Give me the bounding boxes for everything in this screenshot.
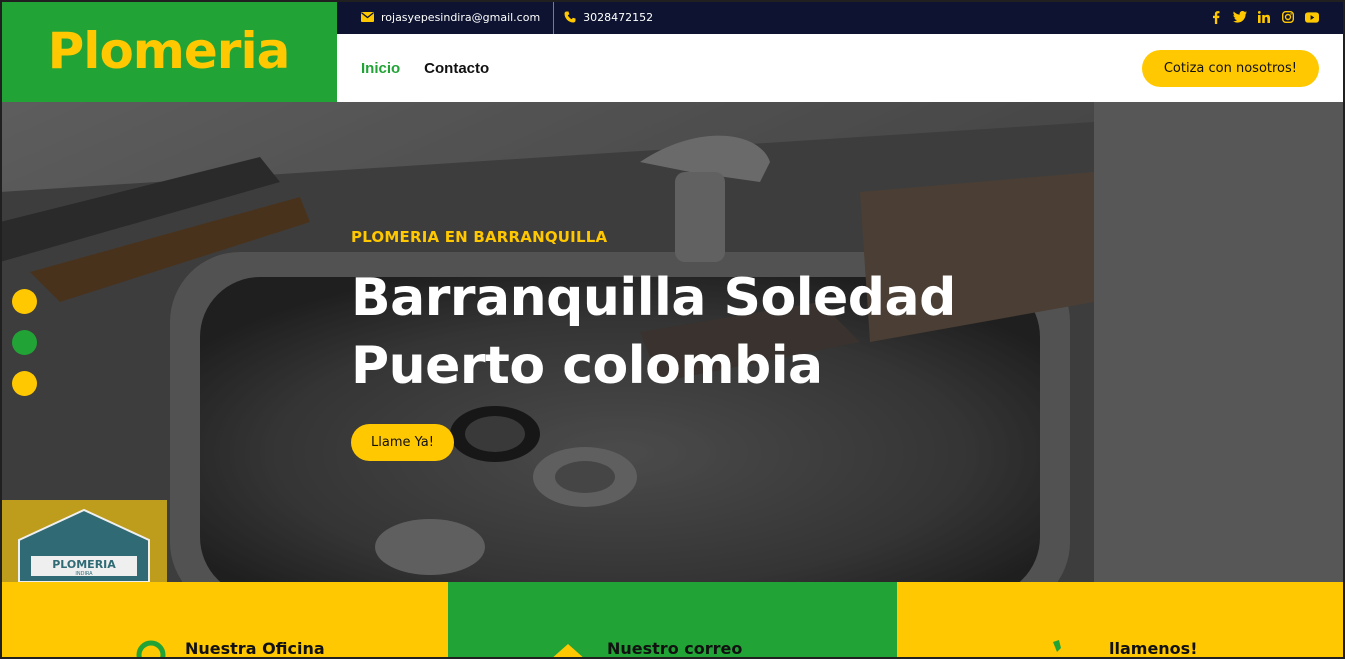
- topbar-phone[interactable]: 3028472152: [554, 0, 666, 34]
- map-pin-icon: [136, 640, 166, 659]
- info-title-phone: llamenos!: [1109, 639, 1198, 658]
- hero-title: Barranquilla Soledad Puerto colombia: [351, 264, 956, 400]
- info-title-email: Nuestro correo: [607, 639, 743, 658]
- carousel-indicators: [12, 289, 37, 396]
- quote-button[interactable]: Cotiza con nosotros!: [1141, 49, 1319, 87]
- info-box-office: Nuestra Oficina: [0, 582, 448, 659]
- carousel-dot-1[interactable]: [12, 289, 37, 314]
- carousel-dot-2[interactable]: [12, 330, 37, 355]
- hero-title-line-2: Puerto colombia: [351, 336, 823, 396]
- badge-subtext: INDIRA: [75, 571, 93, 577]
- envelope-icon: [551, 644, 585, 659]
- house-logo-icon: PLOMERIA INDIRA: [17, 508, 150, 582]
- hero-side-panel: [1094, 102, 1345, 582]
- twitter-icon[interactable]: [1233, 10, 1247, 24]
- facebook-icon[interactable]: [1209, 10, 1223, 24]
- carousel-dot-3[interactable]: [12, 371, 37, 396]
- youtube-icon[interactable]: [1305, 10, 1319, 24]
- info-box-email: Nuestro correo: [448, 582, 897, 659]
- hero-content: PLOMERIA EN BARRANQUILLA Barranquilla So…: [351, 228, 956, 461]
- badge-text: PLOMERIA: [52, 558, 116, 571]
- main-navbar: Inicio Contacto Cotiza con nosotros!: [337, 34, 1345, 102]
- logo-block[interactable]: Plomeria: [0, 0, 337, 102]
- phone-icon: [1053, 640, 1061, 652]
- hero-kicker: PLOMERIA EN BARRANQUILLA: [351, 228, 608, 246]
- hero-title-line-1: Barranquilla Soledad: [351, 268, 956, 328]
- social-links: [1209, 10, 1345, 24]
- top-bar: rojasyepesindira@gmail.com 3028472152: [337, 0, 1345, 34]
- nav-item-contacto[interactable]: Contacto: [424, 60, 489, 77]
- plomeria-badge[interactable]: PLOMERIA INDIRA: [0, 500, 167, 582]
- nav-item-inicio[interactable]: Inicio: [361, 60, 400, 77]
- phone-icon: [564, 11, 576, 23]
- hero-carousel: PLOMERIA EN BARRANQUILLA Barranquilla So…: [0, 102, 1094, 582]
- info-title-office: Nuestra Oficina: [185, 639, 325, 658]
- email-text[interactable]: rojasyepesindira@gmail.com: [381, 11, 540, 24]
- info-strip: Nuestra Oficina Nuestro correo llamenos!: [0, 582, 1345, 659]
- topbar-email[interactable]: rojasyepesindira@gmail.com: [337, 0, 553, 34]
- call-now-button[interactable]: Llame Ya!: [351, 424, 454, 461]
- topbar-divider: [553, 0, 555, 34]
- info-box-phone: llamenos!: [897, 582, 1345, 659]
- site-logo[interactable]: Plomeria: [48, 22, 291, 80]
- linkedin-icon[interactable]: [1257, 10, 1271, 24]
- instagram-icon[interactable]: [1281, 10, 1295, 24]
- envelope-icon: [361, 12, 374, 22]
- phone-text[interactable]: 3028472152: [583, 11, 653, 24]
